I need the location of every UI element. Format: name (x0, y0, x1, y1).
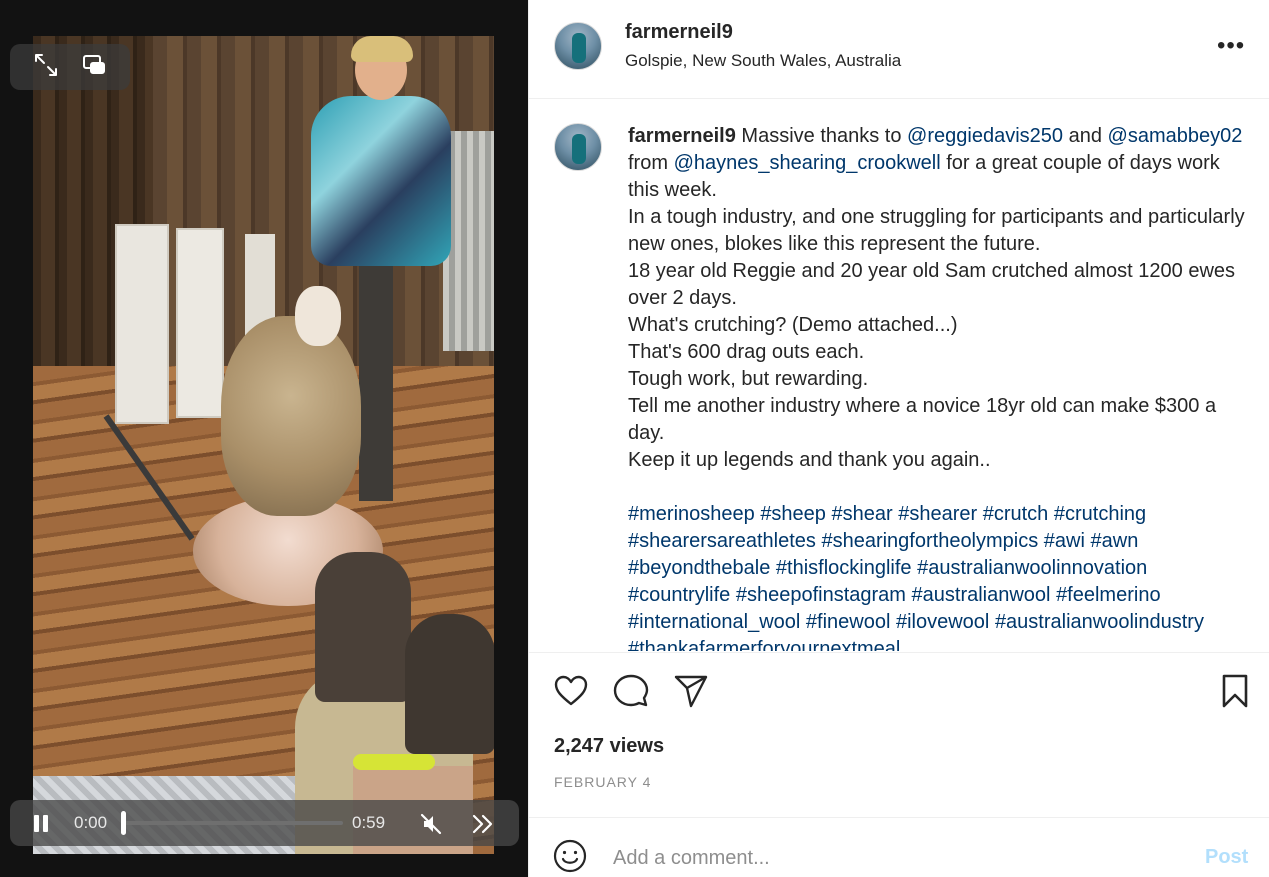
video-scene-gate (115, 224, 169, 424)
caption-text: and (1068, 125, 1102, 147)
caption-username[interactable]: farmerneil9 (628, 125, 736, 147)
avatar[interactable] (554, 123, 602, 171)
caption-paragraph: That's 600 drag outs each. (628, 341, 865, 363)
progress-scrubber[interactable] (121, 811, 126, 835)
save-bookmark-icon[interactable] (1217, 673, 1253, 709)
hashtag-link[interactable]: #crutch (983, 503, 1049, 525)
hashtag-link[interactable]: #awi (1044, 530, 1085, 552)
hashtag-link[interactable]: #international_wool (628, 611, 800, 633)
post-username[interactable]: farmerneil9 (625, 21, 733, 44)
avatar[interactable] (554, 22, 602, 70)
video-scene-boot (315, 552, 411, 702)
hashtag-link[interactable]: #awn (1091, 530, 1139, 552)
hashtag-link[interactable]: #merinosheep (628, 503, 755, 525)
video-scene-shearer-hair (351, 36, 413, 62)
comment-bar: Post (529, 817, 1269, 877)
mention-link[interactable]: @haynes_shearing_crookwell (674, 152, 941, 174)
comment-input[interactable] (613, 844, 1173, 872)
hashtag-link[interactable]: #sheepofinstagram (736, 584, 906, 606)
post-panel: farmerneil9 Golspie, New South Wales, Au… (528, 0, 1269, 877)
like-heart-icon[interactable] (553, 673, 589, 709)
caption-paragraph: Keep it up legends and thank you again.. (628, 449, 991, 471)
post-header: farmerneil9 Golspie, New South Wales, Au… (529, 0, 1269, 99)
video-player[interactable] (33, 36, 494, 854)
hashtag-link[interactable]: #shear (832, 503, 893, 525)
caption-paragraph: In a tough industry, and one struggling … (628, 206, 1245, 255)
hashtag-link[interactable]: #ilovewool (896, 611, 989, 633)
video-top-controls (10, 44, 130, 90)
hashtag-link[interactable]: #crutching (1054, 503, 1146, 525)
caption-paragraph: What's crutching? (Demo attached...) (628, 314, 958, 336)
video-scene-cuff (353, 754, 435, 770)
view-count[interactable]: 2,247 views (554, 735, 664, 758)
video-scene-sheep-head (295, 286, 341, 346)
current-time: 0:00 (74, 813, 108, 832)
caption-paragraph: Tell me another industry where a novice … (628, 395, 1217, 444)
expand-icon[interactable] (33, 52, 59, 83)
video-control-bar: 0:00 0:59 (10, 800, 519, 846)
post-caption: farmerneil9 Massive thanks to @reggiedav… (628, 123, 1248, 651)
hashtag-link[interactable]: #shearer (898, 503, 977, 525)
hashtag-link[interactable]: #shearingfortheolympics (821, 530, 1038, 552)
hashtag-link[interactable]: #feelmerino (1056, 584, 1161, 606)
post-actions: 2,247 views FEBRUARY 4 (529, 652, 1269, 817)
hashtag-link[interactable]: #thankafarmerforyournextmeal (628, 638, 900, 651)
caption-gap (628, 474, 1248, 501)
emoji-icon[interactable] (553, 839, 587, 873)
media-pane: 0:00 0:59 (0, 0, 528, 877)
post-date[interactable]: FEBRUARY 4 (554, 774, 651, 790)
hashtag-link[interactable]: #australianwoolinnovation (917, 557, 1147, 579)
skip-forward-icon[interactable] (470, 811, 496, 837)
caption-area: farmerneil9 Massive thanks to @reggiedav… (529, 100, 1269, 651)
post-location[interactable]: Golspie, New South Wales, Australia (625, 51, 901, 71)
video-scene-shearer-legs (359, 261, 393, 501)
caption-text: from (628, 152, 668, 174)
hashtag-link[interactable]: #thisflockinglife (776, 557, 912, 579)
progress-track[interactable] (123, 821, 343, 825)
hashtag-link[interactable]: #australianwoolindustry (995, 611, 1204, 633)
video-scene-boot (405, 614, 494, 754)
caption-paragraph: Tough work, but rewarding. (628, 368, 869, 390)
hashtag-link[interactable]: #beyondthebale (628, 557, 770, 579)
share-paper-plane-icon[interactable] (673, 673, 709, 709)
hashtag-link[interactable]: #finewool (806, 611, 891, 633)
hashtag-link[interactable]: #sheep (760, 503, 826, 525)
duration: 0:59 (352, 813, 386, 832)
caption-paragraph: 18 year old Reggie and 20 year old Sam c… (628, 260, 1236, 309)
video-scene-gate (176, 228, 224, 418)
pause-icon[interactable] (30, 813, 52, 835)
hashtag-list: #merinosheep #sheep #shear #shearer #cru… (628, 501, 1248, 651)
mention-link[interactable]: @samabbey02 (1108, 125, 1243, 147)
post-comment-button[interactable]: Post (1205, 846, 1248, 869)
video-scene-sheep (221, 316, 361, 516)
picture-in-picture-icon[interactable] (81, 52, 107, 83)
hashtag-link[interactable]: #shearersareathletes (628, 530, 816, 552)
caption-text: Massive thanks to (741, 125, 902, 147)
hashtag-link[interactable]: #countrylife (628, 584, 730, 606)
mute-icon[interactable] (418, 811, 444, 837)
hashtag-link[interactable]: #australianwool (912, 584, 1051, 606)
comment-bubble-icon[interactable] (613, 673, 649, 709)
mention-link[interactable]: @reggiedavis250 (907, 125, 1063, 147)
more-options-icon[interactable]: ••• (1217, 34, 1247, 58)
video-scene-shearer-shirt (311, 96, 451, 266)
